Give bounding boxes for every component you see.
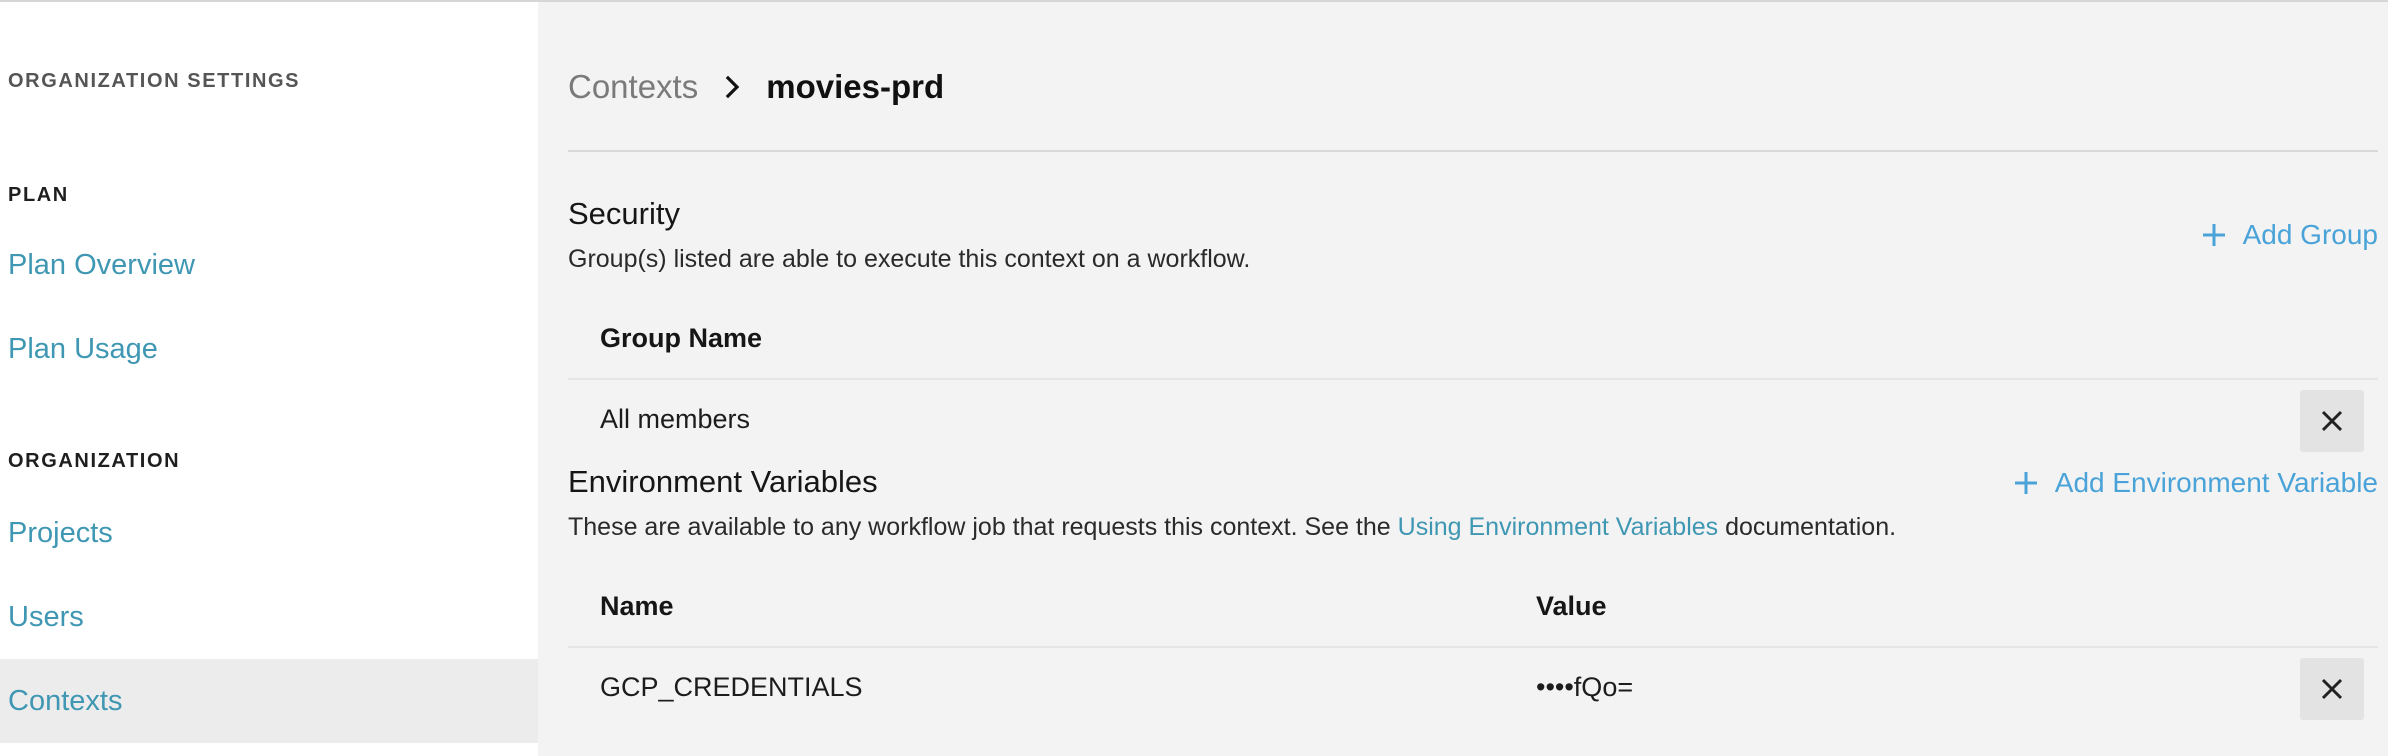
sidebar-item-plan-usage[interactable]: Plan Usage <box>0 307 538 391</box>
env-vars-section-title: Environment Variables <box>568 464 878 499</box>
sidebar: ORGANIZATION SETTINGS PLAN Plan Overview… <box>0 2 538 756</box>
group-name-cell: All members <box>600 403 751 434</box>
close-icon <box>2321 410 2343 432</box>
sidebar-item-contexts[interactable]: Contexts <box>0 659 538 743</box>
column-header-group-name: Group Name <box>600 322 763 353</box>
env-vars-description-suffix: documentation. <box>1718 513 1897 541</box>
table-row: All members <box>568 378 2378 458</box>
remove-group-button[interactable] <box>2300 390 2364 452</box>
using-environment-variables-link[interactable]: Using Environment Variables <box>1398 513 1719 541</box>
plus-icon <box>2014 472 2037 494</box>
env-var-value-cell: ••••fQo= <box>1536 671 1634 702</box>
add-group-button[interactable]: Add Group <box>2201 219 2378 251</box>
security-section-description: Group(s) listed are able to execute this… <box>568 245 1251 273</box>
close-icon <box>2321 678 2343 700</box>
env-var-name-cell: GCP_CREDENTIALS <box>600 671 863 702</box>
plus-icon <box>2202 224 2225 246</box>
chevron-right-icon <box>725 75 740 99</box>
add-environment-variable-button[interactable]: Add Environment Variable <box>2013 467 2378 499</box>
remove-env-var-button[interactable] <box>2300 658 2364 720</box>
sidebar-item-plan-overview[interactable]: Plan Overview <box>0 223 538 307</box>
add-environment-variable-label: Add Environment Variable <box>2054 467 2378 498</box>
sidebar-item-users[interactable]: Users <box>0 575 538 659</box>
column-header-value: Value <box>1536 590 1607 621</box>
group-table-header: Group Name <box>568 298 2378 378</box>
sidebar-heading-organization: ORGANIZATION <box>8 450 181 472</box>
main-content: Contexts movies-prd Security Group(s) li… <box>538 2 2388 756</box>
add-group-label: Add Group <box>2242 219 2378 250</box>
env-vars-section-description: These are available to any workflow job … <box>568 513 1896 542</box>
breadcrumb: Contexts movies-prd <box>568 68 944 106</box>
env-vars-description-text: These are available to any workflow job … <box>568 513 1398 541</box>
breadcrumb-divider <box>568 150 2378 152</box>
breadcrumb-current: movies-prd <box>766 68 945 105</box>
column-header-name: Name <box>600 590 674 621</box>
sidebar-heading-organization-settings: ORGANIZATION SETTINGS <box>8 70 301 92</box>
security-section-title: Security <box>568 196 680 231</box>
table-row: GCP_CREDENTIALS ••••fQo= <box>568 646 2378 726</box>
sidebar-item-projects[interactable]: Projects <box>0 491 538 575</box>
sidebar-heading-plan: PLAN <box>8 184 69 206</box>
env-vars-table-header: Name Value <box>568 566 2378 646</box>
breadcrumb-contexts-link[interactable]: Contexts <box>568 68 698 106</box>
